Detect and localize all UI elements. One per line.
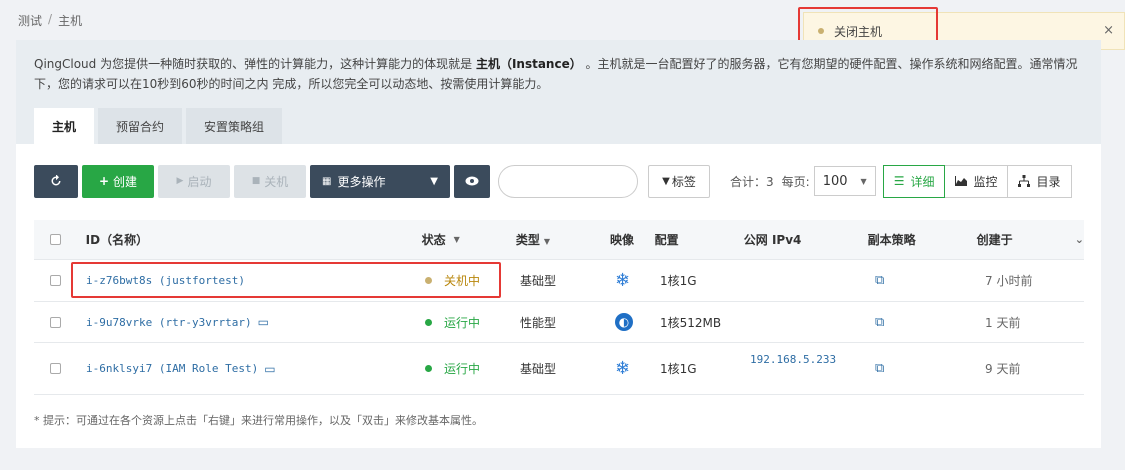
intro-panel: QingCloud 为您提供一种随时获取的、弹性的计算能力，这种计算能力的体现就… (16, 40, 1101, 144)
intro-description: QingCloud 为您提供一种随时获取的、弹性的计算能力，这种计算能力的体现就… (34, 57, 1078, 91)
status-badge: 关机中 (425, 272, 520, 289)
stop-button[interactable]: ■ 关机 (234, 164, 306, 198)
caret-down-icon: ▼ (860, 176, 867, 186)
header-config: 配置 (654, 233, 679, 247)
instance-table: ID（名称） 状态 ▼ 类型 ▼ 映像 配置 公网 IPv4 副本策略 创建于 ⌄ … (34, 220, 1084, 395)
caret-down-icon: ▼ (543, 237, 550, 246)
select-all-checkbox[interactable] (50, 234, 61, 245)
ubuntu-image-icon[interactable]: ◐ (615, 313, 633, 331)
eye-icon (465, 176, 479, 186)
play-icon: ▶ (176, 176, 184, 186)
instance-config: 1核512MB (660, 315, 722, 330)
toolbar: + 创建 ▶ 启动 ■ 关机 ▦ 更多操作 ▼ ▼ 标签 合计：3 每页: 10… (34, 164, 1084, 198)
instance-type: 基础型 (520, 274, 557, 288)
caret-down-icon: ▼ (430, 175, 438, 187)
copy-icon[interactable]: ⧉ (875, 273, 884, 288)
table-row[interactable]: i-z76bwt8s (justfortest) 关机中 基础型 ❄ 1核1G … (34, 260, 1084, 302)
instance-type: 基础型 (520, 362, 557, 376)
list-icon: ☰ (893, 174, 905, 188)
view-monitor-button[interactable]: 监控 (944, 164, 1009, 198)
per-page-label: 每页: (781, 174, 810, 189)
view-switcher: ☰ 详细 监控 目录 (882, 164, 1072, 198)
created-time: 7 小时前 (985, 274, 1033, 288)
snowflake-image-icon[interactable]: ❄ (615, 270, 630, 291)
tab-instances[interactable]: 主机 (34, 108, 95, 144)
column-settings-icon[interactable]: ⌄ (1075, 233, 1084, 246)
view-directory-button[interactable]: 目录 (1007, 164, 1072, 198)
search-input[interactable] (498, 164, 638, 198)
toggle-columns-button[interactable] (454, 164, 490, 198)
filter-icon: ▼ (662, 175, 670, 187)
table-header: ID（名称） 状态 ▼ 类型 ▼ 映像 配置 公网 IPv4 副本策略 创建于 ⌄ (34, 220, 1084, 260)
copy-icon[interactable]: ⧉ (875, 315, 884, 330)
sitemap-icon (1018, 175, 1031, 187)
toast-close-icon[interactable]: × (1103, 23, 1114, 38)
monitor-icon[interactable]: ▭ (264, 362, 275, 376)
header-id: ID（名称） (85, 233, 149, 247)
refresh-button[interactable] (34, 164, 78, 198)
page-size-select[interactable]: 100 ▼ (813, 166, 876, 196)
intro-bold: 主机（Instance） (475, 57, 582, 71)
tag-filter-button[interactable]: ▼ 标签 (648, 164, 710, 198)
instance-config: 1核1G (660, 274, 697, 288)
header-replica: 副本策略 (867, 233, 916, 247)
header-image: 映像 (609, 233, 634, 247)
header-created: 创建于 (976, 233, 1013, 247)
instance-id-link[interactable]: i-9u78vrke (rtr-y3vrrtar) (86, 316, 252, 329)
toast-status-dot (818, 28, 824, 34)
header-state[interactable]: 状态 ▼ (422, 231, 516, 248)
row-checkbox[interactable] (50, 363, 61, 374)
header-ip: 公网 IPv4 (743, 233, 802, 247)
breadcrumb: 测试 / 主机 (18, 12, 82, 29)
row-checkbox[interactable] (50, 275, 61, 286)
instance-id-link[interactable]: i-6nklsyi7 (IAM Role Test) (86, 362, 258, 375)
plus-icon: + (98, 174, 110, 188)
status-badge: 运行中 (425, 314, 520, 331)
toast-message: 关闭主机 (834, 24, 883, 39)
instance-id-link[interactable]: i-z76bwt8s (justfortest) (86, 274, 245, 287)
tab-bar: 主机 预留合约 安置策略组 (34, 108, 283, 144)
snowflake-image-icon[interactable]: ❄ (615, 358, 630, 379)
public-ip[interactable]: 192.168.5.233 (750, 353, 875, 366)
copy-icon[interactable]: ⧉ (875, 361, 884, 376)
table-row[interactable]: i-6nklsyi7 (IAM Role Test) ▭ 运行中 基础型 ❄ 1核… (34, 343, 1084, 395)
more-actions-button[interactable]: ▦ 更多操作 ▼ (310, 164, 450, 198)
instance-type: 性能型 (520, 315, 557, 330)
caret-down-icon: ▼ (453, 235, 460, 244)
main-card: QingCloud 为您提供一种随时获取的、弹性的计算能力，这种计算能力的体现就… (16, 40, 1101, 448)
created-time: 9 天前 (985, 362, 1021, 376)
create-button[interactable]: + 创建 (82, 164, 154, 198)
refresh-icon (51, 175, 61, 186)
breadcrumb-separator: / (48, 12, 53, 26)
table-row[interactable]: i-9u78vrke (rtr-y3vrrtar) ▭ 运行中 性能型 ◐ 1核5… (34, 302, 1084, 343)
tab-placement-groups[interactable]: 安置策略组 (186, 108, 283, 144)
view-detail-button[interactable]: ☰ 详细 (882, 164, 946, 198)
total-count: 合计：3 (730, 174, 774, 189)
stop-icon: ■ (251, 176, 261, 186)
tab-reserved-contracts[interactable]: 预留合约 (98, 108, 183, 144)
created-time: 1 天前 (985, 315, 1021, 330)
area-chart-icon (955, 176, 968, 186)
grid-icon: ▦ (322, 175, 332, 187)
status-badge: 运行中 (425, 360, 520, 377)
footnote-tip: * 提示：可通过在各个资源上点击「右键」来进行常用操作，以及「双击」来修改基本属… (34, 414, 483, 427)
breadcrumb-root[interactable]: 测试 (18, 12, 42, 29)
start-button[interactable]: ▶ 启动 (158, 164, 230, 198)
row-checkbox[interactable] (50, 316, 61, 328)
header-type[interactable]: 类型 ▼ (516, 231, 610, 248)
instance-config: 1核1G (660, 362, 697, 376)
breadcrumb-current: 主机 (58, 14, 83, 28)
monitor-icon[interactable]: ▭ (258, 315, 269, 329)
